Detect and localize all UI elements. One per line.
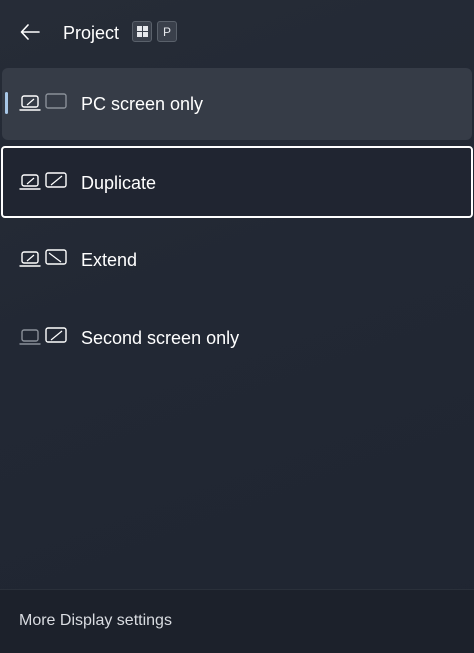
flyout-footer: More Display settings <box>0 589 474 653</box>
windows-key-icon <box>132 21 152 42</box>
option-duplicate[interactable]: Duplicate <box>1 146 473 218</box>
option-extend[interactable]: Extend <box>2 224 472 296</box>
back-button[interactable] <box>14 18 46 46</box>
flyout-header: Project P <box>0 0 474 64</box>
project-flyout: Project P PC screen only Duplicate Exten… <box>0 0 474 653</box>
option-label: Extend <box>81 250 138 270</box>
pc-screen-only-icon <box>19 93 67 111</box>
more-display-settings-link[interactable]: More Display settings <box>19 612 172 630</box>
option-pc-screen-only[interactable]: PC screen only <box>2 68 472 140</box>
second-screen-only-icon <box>19 327 67 345</box>
duplicate-icon <box>19 172 67 190</box>
active-indicator <box>5 92 8 114</box>
option-label: Second screen only <box>81 328 240 348</box>
option-label: Duplicate <box>81 173 157 193</box>
flyout-title: Project <box>63 23 120 43</box>
option-second-screen-only[interactable]: Second screen only <box>2 302 472 374</box>
back-arrow-icon <box>20 24 40 40</box>
option-label: PC screen only <box>81 94 204 114</box>
extend-icon <box>19 249 67 267</box>
shortcut-key-p: P <box>157 21 177 42</box>
